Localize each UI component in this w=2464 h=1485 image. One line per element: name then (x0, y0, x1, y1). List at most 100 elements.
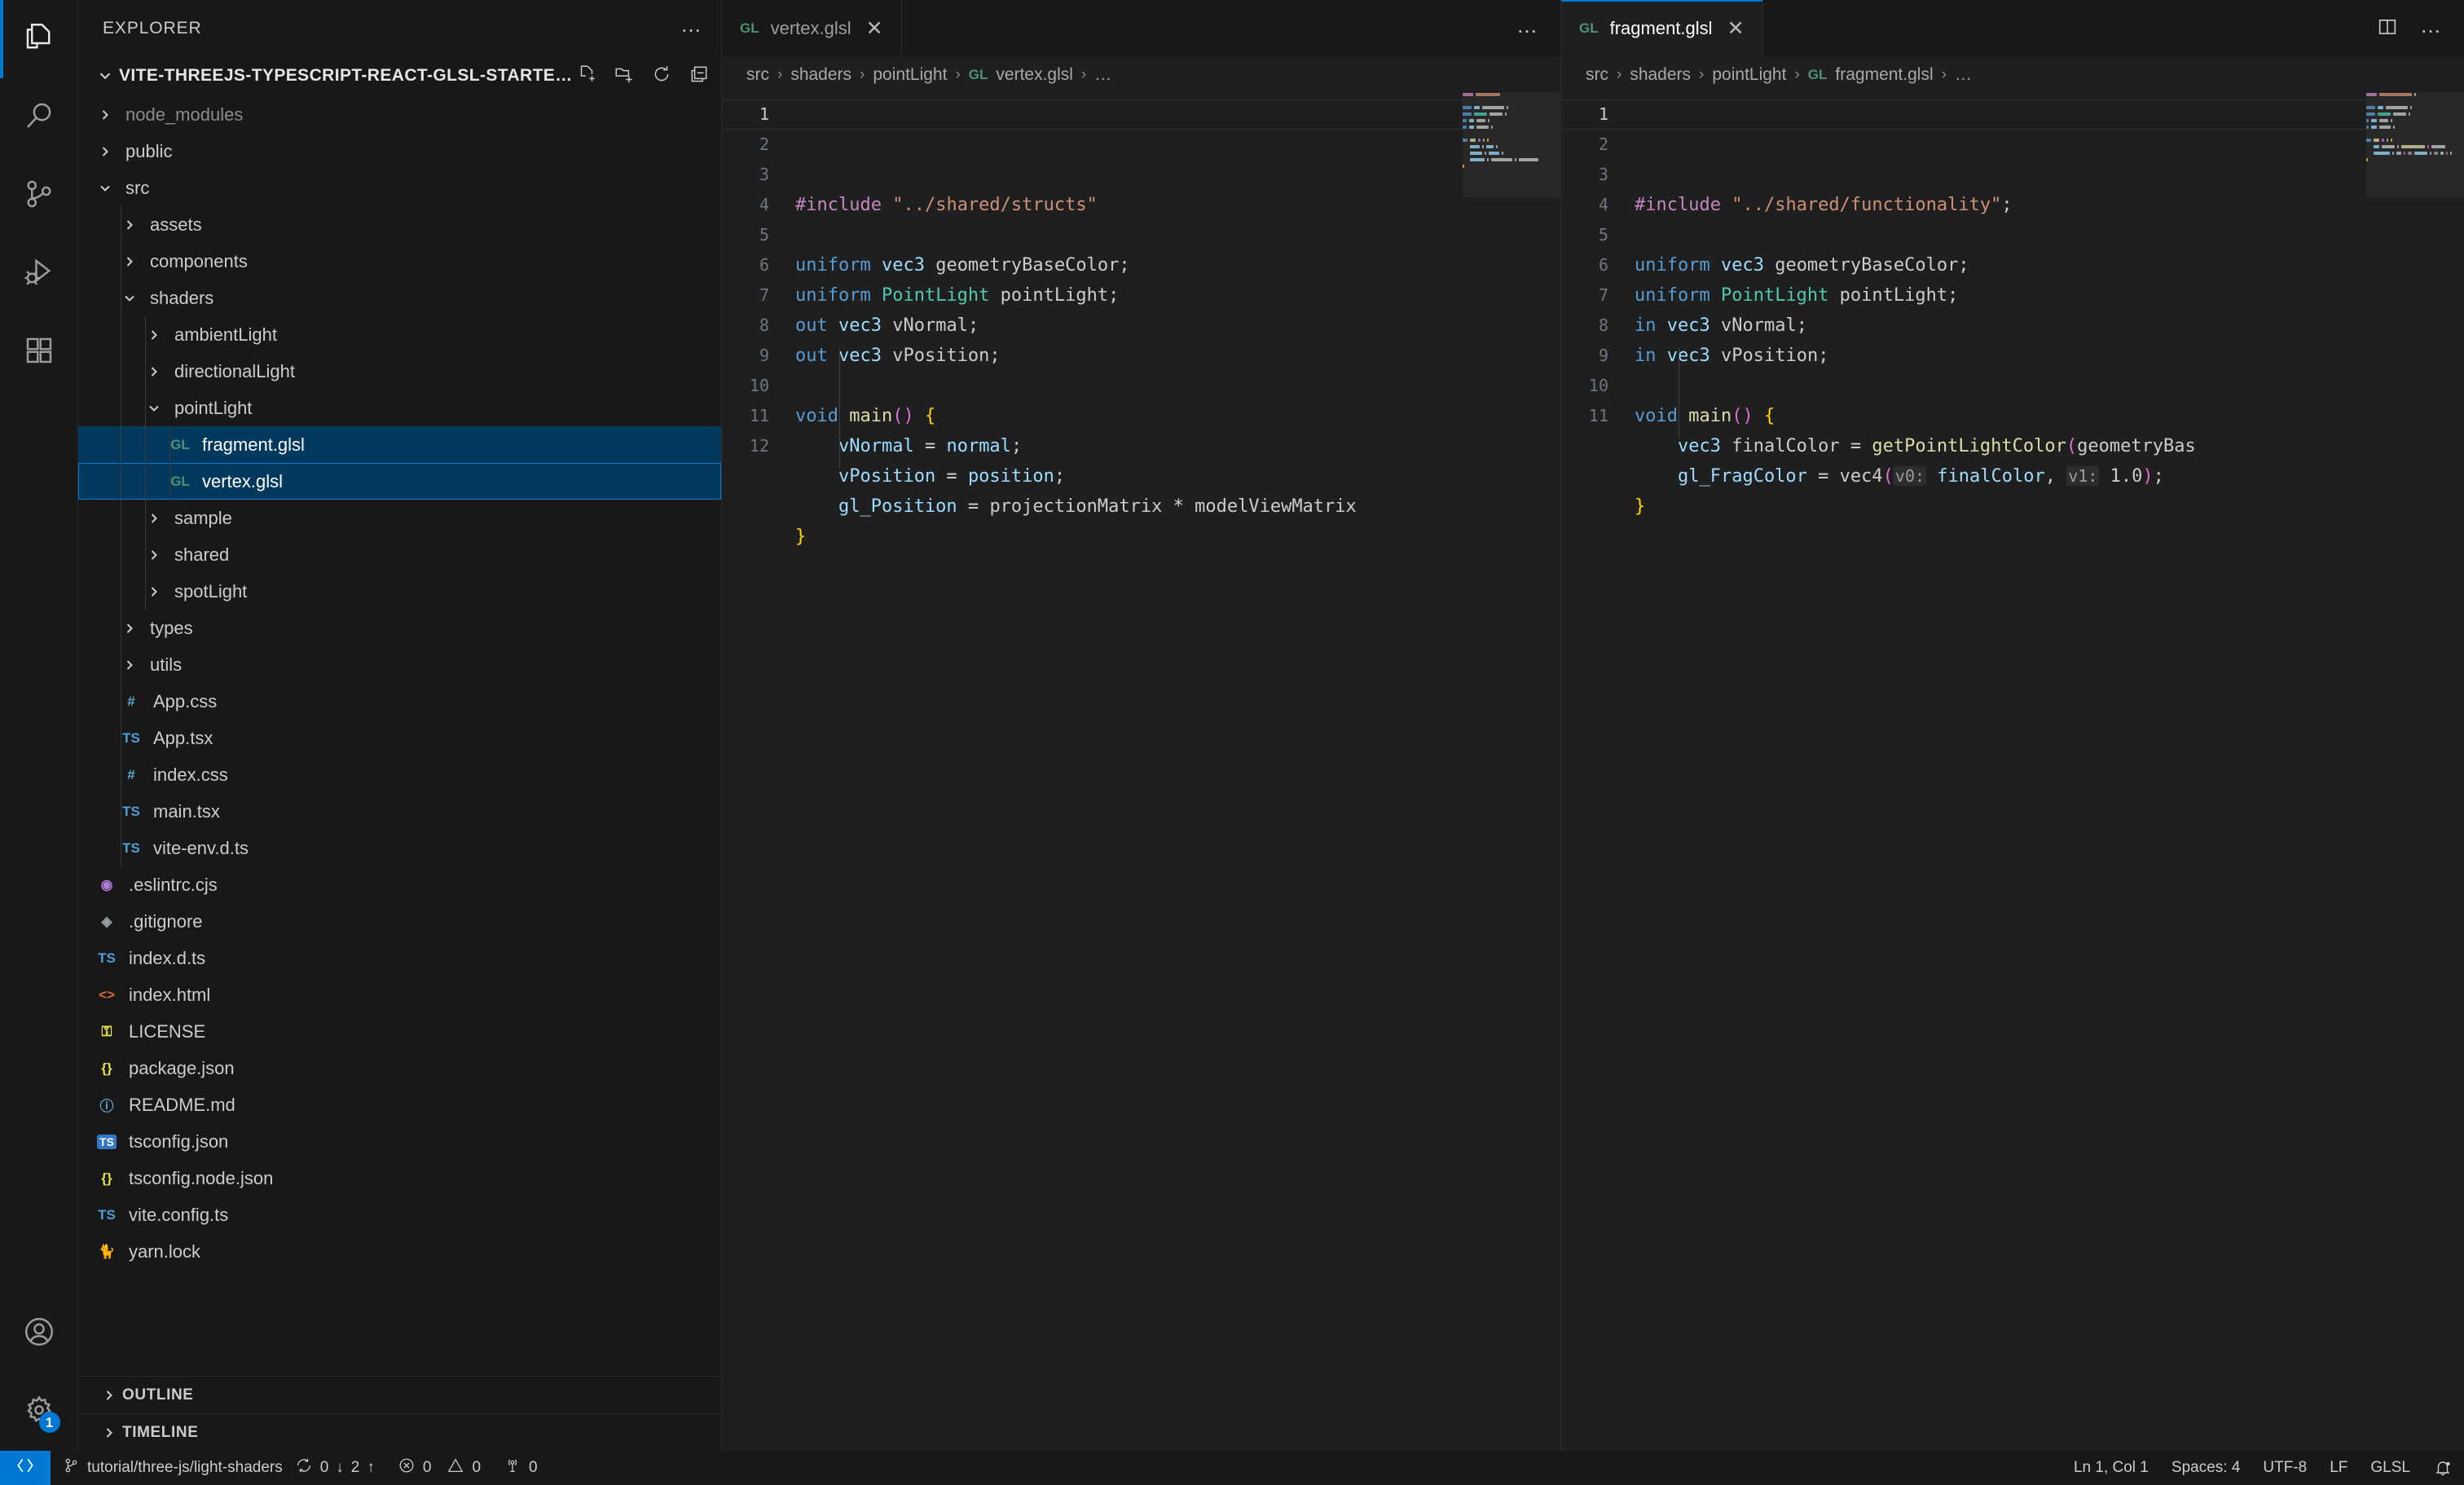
activity-bar-item-extensions[interactable] (0, 313, 78, 391)
chevron-right-icon[interactable] (91, 143, 119, 160)
tab-bar-right: GL fragment.glsl ✕ … (1561, 0, 2464, 57)
tree-folder-ambientLight[interactable]: ambientLight (78, 316, 721, 353)
tree-folder-shaders[interactable]: shaders (78, 280, 721, 316)
tree-folder-directionalLight[interactable]: directionalLight (78, 353, 721, 390)
breadcrumb-item[interactable]: fragment.glsl (1835, 65, 1933, 85)
new-folder-icon[interactable] (614, 64, 635, 89)
code-editor-left[interactable]: 1 2 3 4 5 6 7 8 9 10 11 12 #include "../shared/stru… (722, 93, 1560, 1451)
tree-folder-assets[interactable]: assets (78, 206, 721, 243)
tree-folder-public[interactable]: public (78, 133, 721, 170)
editor-group-left: GL vertex.glsl ✕ … src › shaders › pointLigh… (722, 0, 1561, 1451)
tree-file-index.d.ts[interactable]: TS index.d.ts (78, 940, 721, 976)
new-file-icon[interactable] (576, 64, 597, 89)
activity-bar-item-explorer[interactable] (0, 0, 78, 78)
status-indentation[interactable]: Spaces: 4 (2160, 1451, 2252, 1485)
code-content-left[interactable]: #include "../shared/structs" uniform vec… (787, 99, 1560, 552)
tab-fragment-glsl[interactable]: GL fragment.glsl ✕ (1561, 0, 1763, 57)
sidebar-section-outline[interactable]: OUTLINE (78, 1376, 721, 1413)
line-number: 6 (759, 255, 769, 275)
line-number: 5 (1598, 225, 1608, 245)
tree-file-App.css[interactable]: # App.css (78, 683, 721, 720)
refresh-icon[interactable] (651, 64, 672, 89)
minimap-right[interactable] (2366, 93, 2464, 1451)
warning-icon (447, 1456, 464, 1479)
status-cursor-position[interactable]: Ln 1, Col 1 (2062, 1451, 2160, 1485)
chevron-right-icon[interactable] (91, 107, 119, 123)
tree-folder-sample[interactable]: sample (78, 500, 721, 536)
chevron-down-icon[interactable] (91, 67, 119, 85)
explorer-root-row[interactable]: VITE-THREEJS-TYPESCRIPT-REACT-GLSL-START… (78, 57, 721, 95)
activity-bar-item-accounts[interactable] (0, 1294, 78, 1373)
tree-folder-node_modules[interactable]: node_modules (78, 96, 721, 133)
collapse-all-icon[interactable] (689, 64, 710, 89)
tree-file-LICENSE[interactable]: ⚿ LICENSE (78, 1013, 721, 1050)
activity-bar-item-run-debug[interactable] (0, 235, 78, 313)
status-branch[interactable]: tutorial/three-js/light-shaders 0 ↓ 2 ↑ (51, 1451, 386, 1485)
breadcrumb-item[interactable]: src (746, 65, 769, 85)
close-icon[interactable]: ✕ (866, 18, 883, 39)
breadcrumb-item[interactable]: shaders (790, 65, 851, 85)
close-icon[interactable]: ✕ (1727, 18, 1745, 39)
sidebar-more-actions-icon[interactable]: … (680, 14, 703, 37)
tree-folder-pointLight[interactable]: pointLight (78, 390, 721, 426)
activity-bar-item-search[interactable] (0, 78, 78, 156)
tree-file-main.tsx[interactable]: TS main.tsx (78, 793, 721, 830)
tree-file-tsconfig.node.json[interactable]: {} tsconfig.node.json (78, 1160, 721, 1196)
tree-file-README.md[interactable]: ⓘ README.md (78, 1086, 721, 1123)
tree-file-index.css[interactable]: # index.css (78, 756, 721, 793)
tree-item-label: shared (174, 544, 230, 565)
tree-file-App.tsx[interactable]: TS App.tsx (78, 720, 721, 756)
breadcrumb-item[interactable]: pointLight (1712, 65, 1786, 85)
tree-folder-spotLight[interactable]: spotLight (78, 573, 721, 610)
status-remote-indicator[interactable] (0, 1451, 51, 1485)
tree-file-fragment.glsl[interactable]: GL fragment.glsl (78, 426, 721, 463)
breadcrumb-separator: › (860, 66, 865, 83)
chevron-right-icon[interactable] (96, 1425, 122, 1441)
tree-file-vite.config.ts[interactable]: TS vite.config.ts (78, 1196, 721, 1233)
tree-folder-shared[interactable]: shared (78, 536, 721, 573)
tree-file-vite-env.d.ts[interactable]: TS vite-env.d.ts (78, 830, 721, 866)
status-ports[interactable]: 0 (492, 1451, 549, 1485)
tree-file-.eslintrc.cjs[interactable]: ◉ .eslintrc.cjs (78, 866, 721, 903)
tree-folder-utils[interactable]: utils (78, 646, 721, 683)
tree-file-tsconfig.json[interactable]: TS tsconfig.json (78, 1123, 721, 1160)
tree-file-yarn.lock[interactable]: 🐈 yarn.lock (78, 1233, 721, 1270)
bell-dot-icon[interactable] (2422, 1451, 2464, 1485)
breadcrumb-item[interactable]: … (1955, 65, 1972, 85)
status-problems[interactable]: 0 0 (386, 1451, 492, 1485)
breadcrumb-item[interactable]: pointLight (873, 65, 947, 85)
tree-folder-src[interactable]: src (78, 170, 721, 206)
breadcrumb-item[interactable]: vertex.glsl (996, 65, 1073, 85)
status-language-mode[interactable]: GLSL (2359, 1451, 2422, 1485)
breadcrumb-item[interactable]: src (1586, 65, 1608, 85)
minimap-left[interactable] (1463, 93, 1560, 1451)
activity-bar-item-source-control[interactable] (0, 156, 78, 235)
code-content-right[interactable]: #include "../shared/functionality"; unif… (1626, 99, 2464, 522)
chevron-down-icon[interactable] (91, 180, 119, 196)
activity-bar-item-manage[interactable]: 1 (0, 1373, 78, 1451)
breadcrumb-separator: › (1699, 66, 1705, 83)
sidebar-section-timeline[interactable]: TIMELINE (78, 1413, 721, 1451)
tab-vertex-glsl[interactable]: GL vertex.glsl ✕ (722, 0, 902, 57)
more-actions-icon[interactable]: … (1516, 15, 1539, 36)
status-sync-down: 0 (319, 1459, 329, 1476)
line-number: 11 (749, 406, 769, 425)
status-eol[interactable]: LF (2318, 1451, 2359, 1485)
breadcrumb-item[interactable]: shaders (1630, 65, 1691, 85)
tree-file-.gitignore[interactable]: ◈ .gitignore (78, 903, 721, 940)
line-number: 12 (749, 436, 769, 456)
chevron-right-icon[interactable] (96, 1387, 122, 1403)
tree-file-index.html[interactable]: <> index.html (78, 976, 721, 1013)
tree-file-package.json[interactable]: {} package.json (78, 1050, 721, 1086)
more-actions-icon[interactable]: … (2420, 15, 2443, 36)
tree-file-vertex.glsl[interactable]: GL vertex.glsl (78, 463, 721, 500)
breadcrumb-item[interactable]: … (1094, 65, 1111, 85)
tree-folder-components[interactable]: components (78, 243, 721, 280)
tree-folder-types[interactable]: types (78, 610, 721, 646)
status-encoding[interactable]: UTF-8 (2251, 1451, 2318, 1485)
code-editor-right[interactable]: 1 2 3 4 5 6 7 8 9 10 11 #include "../shared/functi… (1561, 93, 2464, 1451)
file-type-icon: TS (98, 1206, 116, 1223)
split-editor-icon[interactable] (2376, 15, 2399, 42)
